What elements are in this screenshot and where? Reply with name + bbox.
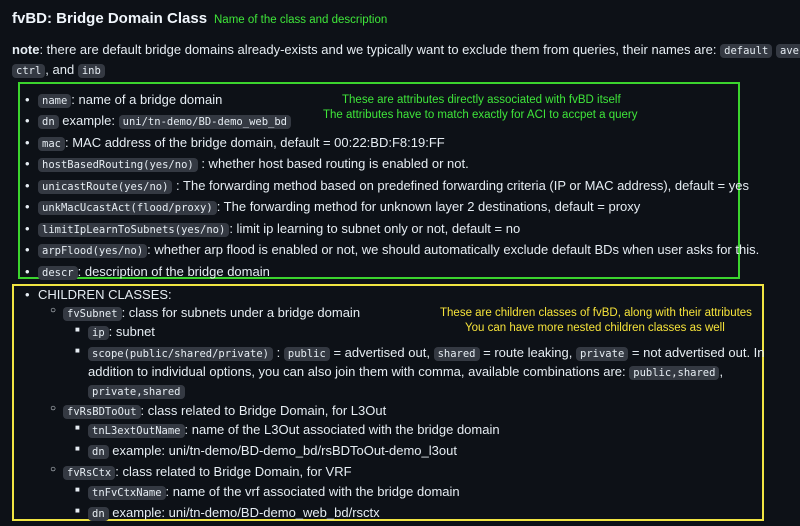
note-text: : there are default bridge domains alrea… [39, 42, 721, 57]
child-fvRsBDToOut: fvRsBDToOut: class related to Bridge Dom… [50, 403, 386, 419]
fvSubnet-attr-ip: ip: subnet [75, 324, 155, 340]
title-annotation: Name of the class and description [214, 14, 388, 26]
attributes-annotation-1: These are attributes directly associated… [342, 94, 621, 106]
page-title: fvBD: Bridge Domain Class [12, 10, 208, 27]
note-label: note [12, 42, 40, 57]
child-fvSubnet: fvSubnet: class for subnets under a brid… [50, 305, 360, 321]
fvSubnet-attr-scope: scope(public/shared/private) : public = … [75, 345, 765, 361]
children-annotation-2: You can have more nested children classe… [465, 322, 725, 334]
child-fvRsCtx: fvRsCtx: class related to Bridge Domain,… [50, 464, 352, 480]
fvRsCtx-attr-dn: dn example: uni/tn-demo/BD-demo_web_bd/r… [75, 505, 380, 521]
children-annotation-1: These are children classes of fvBD, alon… [440, 307, 752, 319]
children-heading: CHILDREN CLASSES: [25, 287, 172, 304]
fvRsBDToOut-attr-tnL3extOutName: tnL3extOutName: name of the L3Out associ… [75, 422, 500, 438]
note-sep: , and [45, 62, 78, 77]
attr-hostBasedRouting: hostBasedRouting(yes/no) : whether host … [25, 156, 469, 173]
code-ave-ctrl-part2: ctrl [12, 64, 46, 78]
attr-descr: descr: description of the bridge domain [25, 264, 270, 281]
code-default: default [720, 44, 773, 58]
attr-unicastRoute: unicastRoute(yes/no) : The forwarding me… [25, 178, 749, 195]
fvRsBDToOut-attr-dn: dn example: uni/tn-demo/BD-demo_bd/rsBDT… [75, 443, 457, 459]
attr-arpFlood: arpFlood(yes/no): whether arp flood is e… [25, 242, 759, 259]
note-line-2: ctrl, and inb [12, 62, 105, 78]
code-ave-ctrl-part1: ave- [776, 44, 800, 58]
fvSubnet-scope-line3: private,shared [88, 383, 185, 399]
attr-unkMacUcastAct: unkMacUcastAct(flood/proxy): The forward… [25, 199, 640, 216]
fvSubnet-scope-line2: addition to individual options, you can … [88, 364, 724, 380]
fvRsCtx-attr-tnFvCtxName: tnFvCtxName: name of the vrf associated … [75, 484, 460, 500]
attr-dn: dn example: uni/tn-demo/BD-demo_web_bd [25, 113, 292, 130]
code-inb: inb [77, 64, 105, 78]
note-line-1: note: there are default bridge domains a… [12, 42, 800, 58]
attributes-annotation-2: The attributes have to match exactly for… [323, 109, 638, 121]
attr-name: name: name of a bridge domain [25, 92, 222, 109]
attr-mac: mac: MAC address of the bridge domain, d… [25, 135, 445, 152]
attr-limitIpLearnToSubnets: limitIpLearnToSubnets(yes/no): limit ip … [25, 221, 520, 238]
